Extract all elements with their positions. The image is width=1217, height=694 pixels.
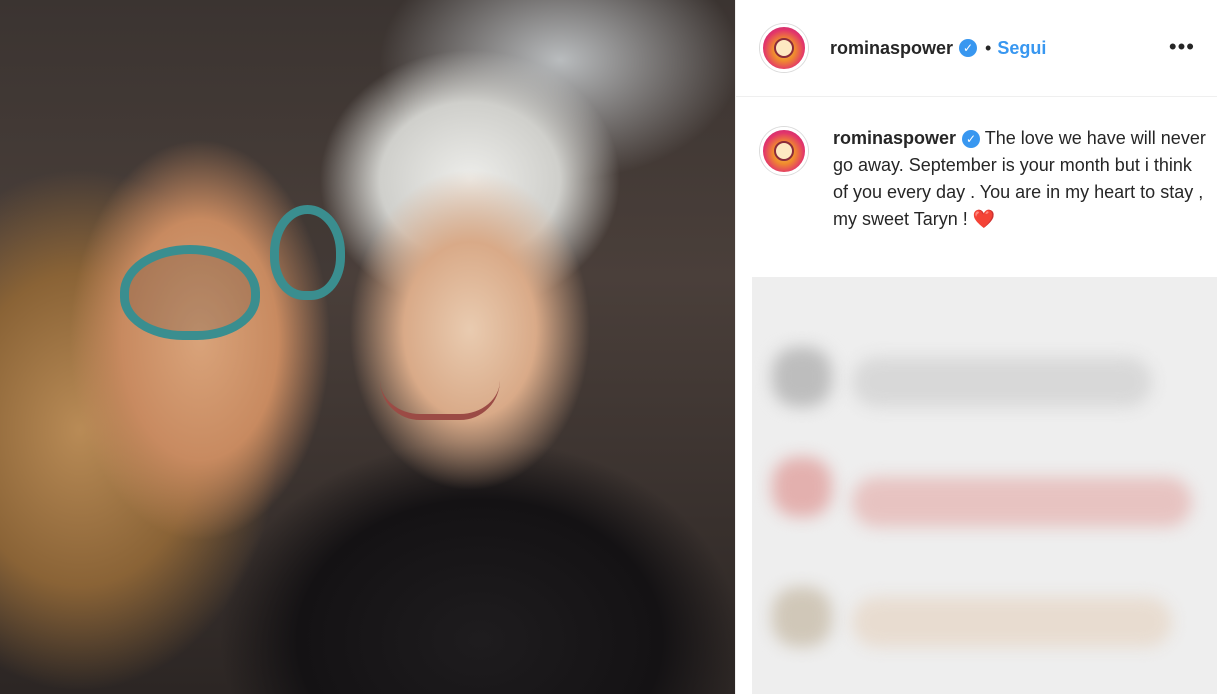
- blurred-comments-area: [752, 277, 1217, 694]
- post-side-panel: rominaspower ✓ • Segui ••• rominaspower ✓…: [735, 0, 1217, 694]
- avatar[interactable]: [760, 24, 808, 72]
- caption-text: rominaspower ✓ The love we have will neve…: [833, 125, 1207, 233]
- caption-username[interactable]: rominaspower: [833, 128, 956, 148]
- blurred-comment: [852, 477, 1192, 527]
- caption-avatar[interactable]: [760, 127, 808, 175]
- blurred-comment: [772, 457, 832, 517]
- blurred-comment: [772, 587, 832, 647]
- verified-badge-icon: ✓: [962, 130, 981, 149]
- glasses-left-lens: [120, 245, 260, 340]
- smile-shape: [380, 380, 500, 420]
- blurred-comment: [772, 347, 832, 407]
- caption-row: rominaspower ✓ The love we have will neve…: [736, 97, 1217, 233]
- glasses-right-lens: [270, 205, 345, 300]
- avatar-face-icon: [774, 38, 794, 58]
- separator-dot: •: [985, 37, 992, 58]
- follow-button[interactable]: Segui: [997, 38, 1046, 59]
- blurred-comment: [852, 357, 1152, 407]
- post-header: rominaspower ✓ • Segui •••: [736, 0, 1217, 97]
- heart-emoji-icon: ❤️: [972, 209, 996, 229]
- blurred-comment: [852, 597, 1172, 647]
- verified-badge-icon: ✓: [959, 39, 978, 57]
- header-username[interactable]: rominaspower: [830, 38, 953, 59]
- post-photo[interactable]: [0, 0, 735, 694]
- avatar-face-icon: [774, 141, 794, 161]
- more-options-icon[interactable]: •••: [1169, 34, 1195, 60]
